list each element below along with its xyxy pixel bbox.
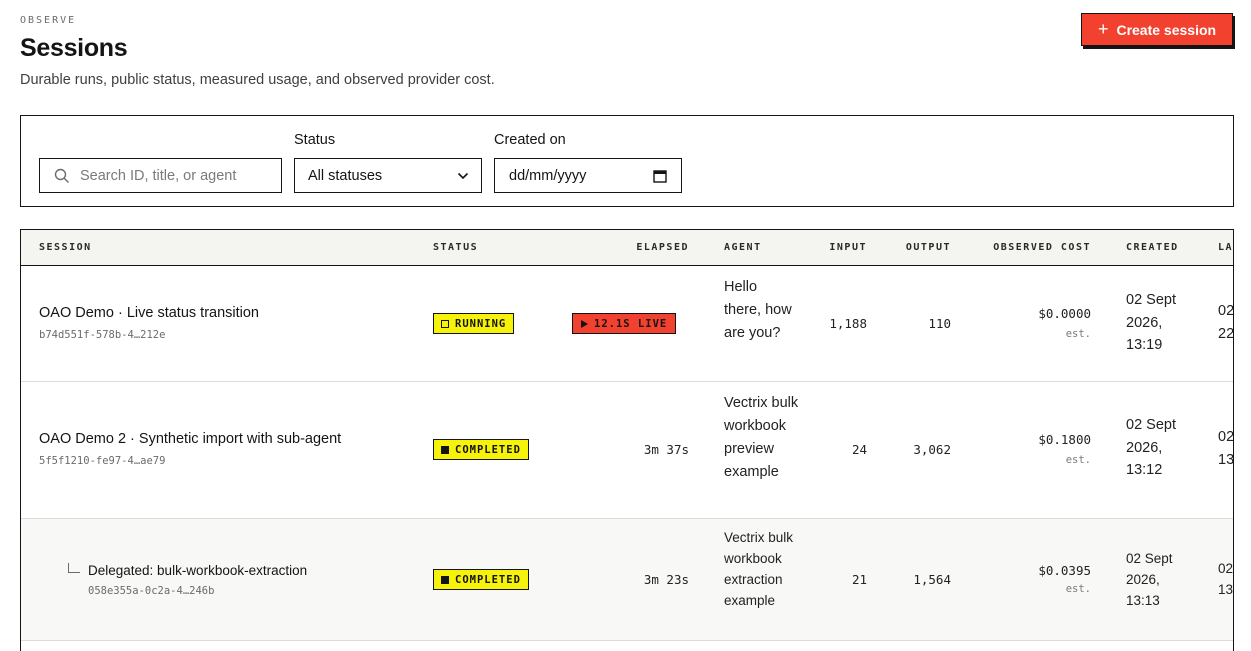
status-badge-label: COMPLETED: [455, 443, 521, 456]
elapsed-live-badge: 12.1S LIVE: [572, 313, 677, 334]
session-title[interactable]: OAO Demo 2 · Synthetic import with sub-a…: [39, 431, 341, 447]
status-badge: COMPLETED: [433, 569, 529, 590]
col-session[interactable]: SESSION: [39, 242, 92, 253]
elapsed-time: 3m 37s: [643, 442, 689, 457]
session-title[interactable]: Delegated: bulk-workbook-extraction: [88, 563, 307, 578]
session-id: b74d551f-578b-4…212e: [39, 329, 166, 341]
col-created[interactable]: CREATED: [1126, 242, 1179, 253]
created-date-value: dd/mm/yyyy: [509, 167, 587, 184]
observed-cost: $0.0395: [1038, 563, 1091, 578]
sessions-table: SESSION STATUS ELAPSED AGENT INPUT OUTPU…: [20, 229, 1234, 651]
table-row-subagent[interactable]: Delegated: bulk-workbook-extraction 058e…: [21, 519, 1234, 641]
status-filter-label: Status: [294, 132, 336, 148]
plus-icon: +: [1097, 18, 1109, 39]
output-tokens: 1,564: [913, 572, 951, 587]
created-date-input[interactable]: dd/mm/yyyy: [494, 158, 682, 193]
create-session-button[interactable]: + Create session: [1081, 13, 1233, 46]
status-select[interactable]: All statuses: [294, 158, 482, 193]
col-output[interactable]: OUTPUT: [881, 242, 951, 253]
create-session-label: Create session: [1116, 21, 1217, 38]
last-updated: 02 13: [1218, 561, 1234, 597]
page-title: Sessions: [20, 34, 128, 62]
table-row[interactable]: OAO Demo · Live status transition b74d55…: [21, 266, 1234, 382]
cost-estimate-note: est.: [1065, 583, 1091, 595]
status-badge: COMPLETED: [433, 439, 529, 460]
play-icon: [581, 319, 588, 328]
session-id: 058e355a-0c2a-4…246b: [88, 585, 215, 597]
elapsed-time: 3m 23s: [643, 572, 689, 587]
status-badge-label: COMPLETED: [455, 573, 521, 586]
table-row[interactable]: OAO Demo 2 · Synthetic import with sub-a…: [21, 382, 1234, 519]
input-tokens: 24: [851, 442, 867, 457]
cost-estimate-note: est.: [1065, 328, 1091, 340]
cost-estimate-note: est.: [1065, 454, 1091, 466]
elapsed-live-label: 12.1S LIVE: [594, 317, 668, 330]
search-placeholder: Search ID, title, or agent: [80, 167, 237, 184]
session-id: 5f5f1210-fe97-4…ae79: [39, 455, 166, 467]
status-badge: RUNNING: [433, 313, 515, 334]
observed-cost: $0.1800: [1038, 432, 1091, 447]
completed-square-icon: [441, 575, 449, 584]
calendar-icon[interactable]: [653, 169, 667, 183]
col-agent[interactable]: AGENT: [724, 242, 762, 253]
session-title[interactable]: OAO Demo · Live status transition: [39, 305, 259, 321]
agent-text: Vectrix bulk workbook preview example: [724, 395, 799, 480]
created-date: 02 Sept 2026, 13:19: [1126, 292, 1176, 353]
chevron-down-icon: [457, 172, 469, 179]
running-square-icon: [441, 319, 449, 328]
status-badge-label: RUNNING: [455, 317, 507, 330]
created-date: 02 Sept 2026, 13:13: [1126, 551, 1173, 608]
status-select-value: All statuses: [308, 167, 383, 184]
search-input[interactable]: Search ID, title, or agent: [39, 158, 282, 193]
col-elapsed[interactable]: ELAPSED: [601, 242, 689, 253]
filters-panel: Search ID, title, or agent Status All st…: [20, 115, 1234, 207]
col-observed-cost[interactable]: OBSERVED COST: [971, 242, 1091, 253]
input-tokens: 1,188: [829, 316, 867, 331]
created-filter-label: Created on: [494, 132, 566, 148]
col-status[interactable]: STATUS: [433, 242, 478, 253]
search-icon: [54, 168, 69, 183]
output-tokens: 3,062: [913, 442, 951, 457]
observed-cost: $0.0000: [1038, 306, 1091, 321]
output-tokens: 110: [928, 316, 951, 331]
subagent-elbow-icon: [68, 563, 80, 573]
agent-text: Vectrix bulk workbook extraction example: [724, 530, 794, 608]
last-updated: 02 13: [1218, 429, 1234, 468]
col-last[interactable]: LA: [1218, 242, 1233, 253]
created-date: 02 Sept 2026, 13:12: [1126, 417, 1176, 478]
table-header: SESSION STATUS ELAPSED AGENT INPUT OUTPU…: [21, 230, 1233, 266]
col-input[interactable]: INPUT: [807, 242, 867, 253]
page-eyebrow: OBSERVE: [20, 15, 77, 26]
completed-square-icon: [441, 445, 449, 454]
page-subtitle: Durable runs, public status, measured us…: [20, 72, 495, 88]
agent-text: Hello there, how are you?: [724, 279, 792, 341]
last-updated: 02 22: [1218, 303, 1234, 342]
input-tokens: 21: [851, 572, 867, 587]
